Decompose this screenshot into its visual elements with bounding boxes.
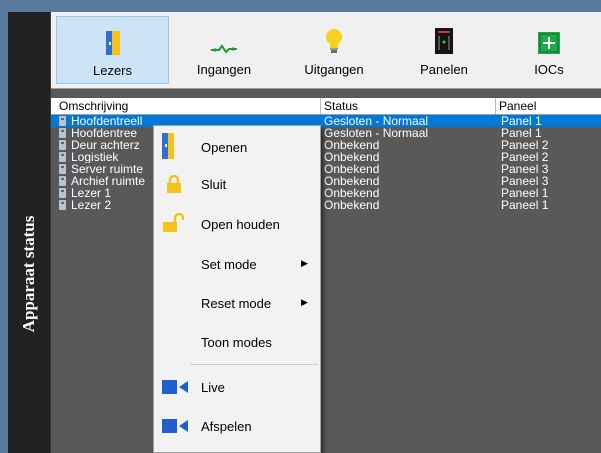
- reader-icon: [59, 176, 66, 186]
- table-row[interactable]: Lezer 2 Onbekend Paneel 1: [51, 199, 601, 211]
- menu-item-label: Live: [201, 380, 225, 395]
- menu-separator: [190, 364, 318, 365]
- window-frame-left: [0, 12, 8, 453]
- cell-paneel: Paneel 3: [501, 163, 549, 175]
- cell-paneel: Paneel 1: [501, 199, 549, 211]
- main-panel: Lezers Ingangen Uitgangen Panelen IOCs O…: [51, 12, 601, 453]
- table-body: Hoofdentreell Gesloten - Normaal Panel 1 Ho…: [51, 115, 601, 211]
- cell-status: Onbekend: [324, 139, 380, 151]
- reader-icon: [59, 128, 66, 138]
- tab-uitgangen[interactable]: Uitgangen: [284, 16, 384, 84]
- menu-item-sluit[interactable]: Sluit: [154, 174, 320, 197]
- io-module-icon: [538, 16, 560, 54]
- device-table: Omschrijving Status Paneel Hoofdentreell…: [51, 98, 601, 211]
- side-title-bar: Apparaat status: [8, 12, 51, 453]
- panel-icon: [435, 16, 453, 54]
- table-row[interactable]: Lezer 1 Onbekend Paneel 1: [51, 187, 601, 199]
- cell-paneel: Paneel 3: [501, 175, 549, 187]
- context-menu: Openen Sluit Open houden Set mode ▶ Rese…: [153, 125, 321, 453]
- cell-paneel: Paneel 1: [501, 187, 549, 199]
- cell-paneel: Paneel 2: [501, 139, 549, 151]
- door-icon: [105, 17, 120, 55]
- tab-label: Uitgangen: [304, 62, 364, 77]
- device-tabbar: Lezers Ingangen Uitgangen Panelen IOCs: [51, 12, 601, 89]
- menu-item-label: Openen: [201, 140, 248, 155]
- tab-label: Panelen: [420, 62, 468, 77]
- door-open-icon: [162, 133, 174, 162]
- menu-item-label: Afspelen: [201, 419, 252, 434]
- submenu-arrow-icon: ▶: [301, 297, 308, 307]
- cell-status: Onbekend: [324, 151, 380, 163]
- table-row[interactable]: Hoofdentree Gesloten - Normaal Panel 1: [51, 127, 601, 139]
- menu-item-live[interactable]: Live: [154, 380, 320, 400]
- reader-icon: [59, 188, 66, 198]
- menu-item-open-houden[interactable]: Open houden: [154, 212, 320, 237]
- video-camera-icon: [162, 380, 188, 397]
- menu-item-openen[interactable]: Openen: [154, 133, 320, 160]
- cell-status: Gesloten - Normaal: [324, 127, 429, 139]
- tab-panelen[interactable]: Panelen: [394, 16, 494, 84]
- lock-open-icon: [162, 212, 185, 236]
- menu-item-label: Reset mode: [201, 296, 272, 311]
- cell-status: Onbekend: [324, 187, 380, 199]
- submenu-arrow-icon: ▶: [301, 258, 308, 268]
- column-header-omschrijving[interactable]: Omschrijving: [56, 98, 321, 114]
- menu-item-reset-mode[interactable]: Reset mode ▶: [154, 296, 320, 316]
- menu-item-label: Sluit: [201, 177, 227, 192]
- reader-icon: [59, 140, 66, 150]
- column-header-paneel[interactable]: Paneel: [496, 98, 601, 114]
- tab-label: Lezers: [92, 63, 133, 78]
- table-row[interactable]: Hoofdentreell Gesloten - Normaal Panel 1: [51, 115, 601, 127]
- reader-icon: [59, 164, 66, 174]
- menu-item-label: Set mode: [201, 257, 257, 272]
- menu-item-label: Toon modes: [201, 335, 272, 350]
- cell-status: Gesloten - Normaal: [324, 115, 429, 127]
- cell-paneel: Panel 1: [501, 115, 542, 127]
- cell-status: Onbekend: [324, 199, 380, 211]
- cell-paneel: Panel 1: [501, 127, 542, 139]
- reader-icon: [59, 152, 66, 162]
- tab-ingangen[interactable]: Ingangen: [174, 16, 274, 84]
- input-wire-icon: [211, 16, 237, 54]
- table-row[interactable]: Deur achterz Onbekend Paneel 2: [51, 139, 601, 151]
- menu-item-afspelen[interactable]: Afspelen: [154, 419, 320, 439]
- cell-status: Onbekend: [324, 163, 380, 175]
- side-title-text: Apparaat status: [19, 215, 38, 333]
- column-header-status[interactable]: Status: [321, 98, 496, 114]
- reader-icon: [59, 200, 66, 210]
- tab-label: Ingangen: [196, 62, 252, 77]
- light-bulb-icon: [325, 16, 343, 54]
- cell-paneel: Paneel 2: [501, 151, 549, 163]
- menu-item-toon-modes[interactable]: Toon modes: [154, 335, 320, 355]
- tab-lezers[interactable]: Lezers: [56, 16, 169, 84]
- menu-item-set-mode[interactable]: Set mode ▶: [154, 257, 320, 277]
- reader-icon: [59, 116, 66, 126]
- table-row[interactable]: Archief ruimte Onbekend Paneel 3: [51, 175, 601, 187]
- tab-iocs[interactable]: IOCs: [504, 16, 594, 84]
- tab-label: IOCs: [534, 62, 564, 77]
- lock-closed-icon: [166, 174, 182, 196]
- table-row[interactable]: Logistiek Onbekend Paneel 2: [51, 151, 601, 163]
- window-frame-top: [0, 0, 601, 12]
- table-header: Omschrijving Status Paneel: [51, 98, 601, 115]
- table-row[interactable]: Server ruimte Onbekend Paneel 3: [51, 163, 601, 175]
- cell-status: Onbekend: [324, 175, 380, 187]
- video-camera-icon: [162, 419, 188, 436]
- menu-item-label: Open houden: [201, 217, 280, 232]
